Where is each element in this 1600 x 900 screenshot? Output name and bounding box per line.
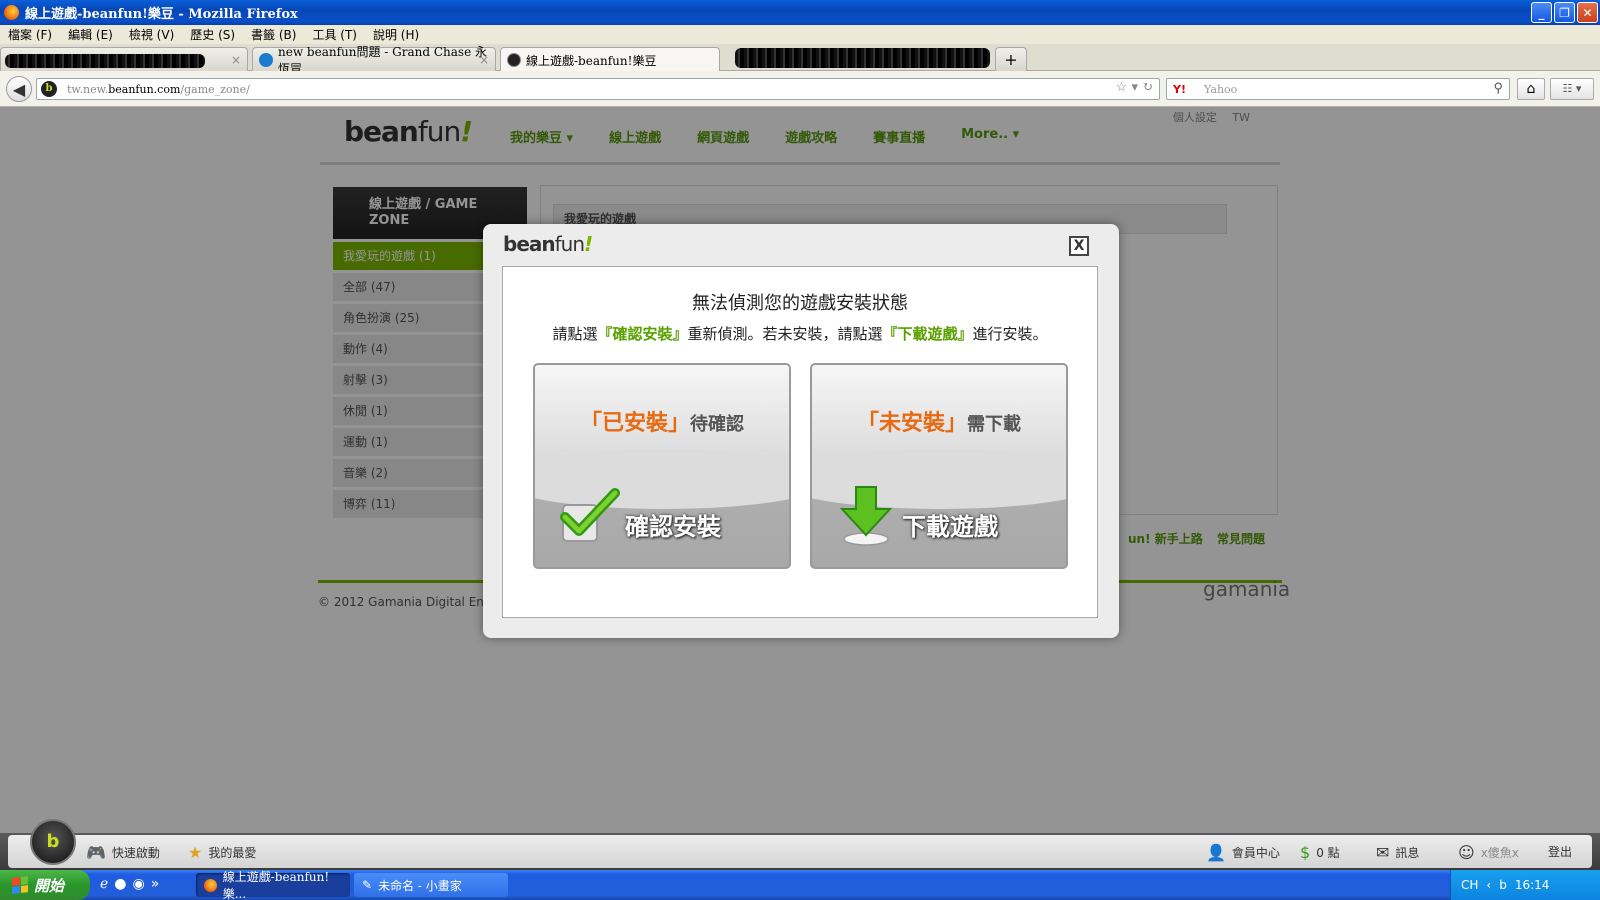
- ie-icon[interactable]: ℯ: [100, 876, 108, 892]
- menu-bar: 檔案 (F) 編輯 (E) 檢視 (V) 歷史 (S) 書籤 (B) 工具 (T…: [0, 25, 1600, 44]
- menu-help[interactable]: 說明 (H): [373, 26, 419, 43]
- taskbar-firefox[interactable]: 線上遊戲-beanfun!樂...: [196, 870, 350, 900]
- firefox-icon[interactable]: ●: [114, 876, 126, 892]
- beanfun-favicon: [507, 53, 521, 67]
- download-game-label: 下載遊戲: [902, 513, 998, 541]
- firefox-icon: [4, 5, 19, 20]
- bookmark-star-icon[interactable]: ☆ ▾ ↻: [1116, 80, 1153, 95]
- modal-body: 無法偵測您的遊戲安裝狀態 請點選『確認安裝』重新偵測。若未安裝，請點選『下載遊戲…: [502, 266, 1098, 618]
- navigation-bar: ◀ b tw.new. beanfun.com/game_zone/ ☆ ▾ ↻ …: [0, 71, 1600, 107]
- menu-view[interactable]: 檢視 (V): [129, 26, 174, 43]
- modal-instructions: 請點選『確認安裝』重新偵測。若未安裝，請點選『下載遊戲』進行安裝。: [552, 325, 1048, 343]
- checkmark-icon: [560, 488, 620, 542]
- modal-beanfun-logo: beanfun!: [503, 232, 593, 256]
- not-installed-label: 「未安裝」需下載: [856, 411, 1021, 436]
- gamepad-icon: 🎮: [86, 843, 106, 862]
- logout-button[interactable]: 登出: [1548, 843, 1572, 860]
- window-title: 線上遊戲-beanfun!樂豆 - Mozilla Firefox: [25, 7, 298, 22]
- star-icon: ★: [188, 843, 203, 862]
- menu-bookmarks[interactable]: 書籤 (B): [251, 26, 296, 43]
- url-prefix: tw.new.: [67, 82, 109, 96]
- installed-label: 「已安裝」待確認: [579, 411, 744, 436]
- media-icon[interactable]: ◉: [133, 876, 145, 892]
- quick-launch-button[interactable]: 🎮 快速啟動: [86, 843, 160, 862]
- site-identity-icon[interactable]: b: [41, 81, 57, 97]
- redaction-scribble: [735, 48, 990, 68]
- window-controls: _ ❐ ✕: [1531, 2, 1598, 23]
- tab-close-icon[interactable]: ×: [479, 53, 489, 67]
- download-arrow-icon: [839, 486, 893, 546]
- confirm-install-label: 確認安裝: [625, 513, 721, 541]
- url-bar[interactable]: b tw.new. beanfun.com/game_zone/ ☆ ▾ ↻: [36, 78, 1160, 100]
- envelope-icon: ✉: [1376, 843, 1390, 862]
- windows-logo-icon: [12, 876, 28, 894]
- ie-page-icon: [259, 52, 273, 67]
- quick-launch-tray: ℯ ● ◉ »: [100, 876, 159, 892]
- menu-file[interactable]: 檔案 (F): [8, 26, 52, 43]
- firefox-icon: [204, 878, 217, 892]
- user-profile[interactable]: ☺ x傻魚x: [1458, 843, 1519, 862]
- modal-title: 無法偵測您的遊戲安裝狀態: [692, 293, 908, 314]
- menu-edit[interactable]: 編輯 (E): [68, 26, 113, 43]
- minimize-button[interactable]: _: [1531, 2, 1552, 23]
- menu-history[interactable]: 歷史 (S): [190, 26, 235, 43]
- yahoo-engine-icon[interactable]: Y!: [1173, 83, 1186, 96]
- beanfun-app-bar: b 🎮 快速啟動 ★ 我的最愛 👤 會員中心 $0 點 ✉ 訊息 ☺ x傻魚x 登出: [0, 819, 1600, 870]
- taskbar-paint[interactable]: ✎ 未命名 - 小畫家: [354, 873, 508, 897]
- download-game-button[interactable]: 「未安裝」需下載 下載遊戲: [810, 363, 1068, 569]
- search-placeholder: Yahoo: [1203, 82, 1238, 96]
- tab-label: 線上遊戲-beanfun!樂豆: [526, 53, 657, 68]
- favorites-button[interactable]: ★ 我的最愛: [188, 843, 256, 862]
- close-window-button[interactable]: ✕: [1577, 2, 1598, 23]
- tray-arrow-icon[interactable]: ‹: [1486, 878, 1491, 892]
- redaction-scribble: [5, 54, 205, 68]
- clock: 16:14: [1514, 878, 1550, 892]
- tab-grand-chase[interactable]: new beanfun問題 - Grand Chase 永恆冒… ×: [252, 45, 496, 76]
- home-icon[interactable]: ⌂: [1517, 78, 1545, 100]
- tab-bar: × new beanfun問題 - Grand Chase 永恆冒… × 線上遊…: [0, 44, 1600, 76]
- system-tray: CH ‹ b 16:14: [1450, 870, 1600, 900]
- expand-icon[interactable]: »: [151, 876, 160, 892]
- avatar: ☺: [1458, 843, 1475, 862]
- start-button[interactable]: 開始: [0, 870, 90, 900]
- install-status-dialog: beanfun! X 無法偵測您的遊戲安裝狀態 請點選『確認安裝』重新偵測。若未…: [483, 224, 1119, 638]
- person-icon: 👤: [1206, 843, 1226, 862]
- beanfun-tray-icon[interactable]: b: [1499, 878, 1507, 892]
- tab-beanfun[interactable]: 線上遊戲-beanfun!樂豆: [500, 47, 720, 72]
- back-arrow-icon[interactable]: ◀: [6, 76, 32, 102]
- close-icon[interactable]: X: [1069, 236, 1089, 256]
- url-domain: beanfun.com: [108, 82, 181, 96]
- tab-close-icon[interactable]: ×: [231, 53, 241, 67]
- paint-icon: ✎: [362, 878, 373, 892]
- messages-button[interactable]: ✉ 訊息: [1376, 843, 1419, 862]
- menu-tools[interactable]: 工具 (T): [312, 26, 357, 43]
- new-tab-button[interactable]: +: [995, 47, 1027, 71]
- confirm-install-button[interactable]: 「已安裝」待確認 確認安裝: [533, 363, 791, 569]
- member-center-button[interactable]: 👤 會員中心: [1206, 843, 1280, 862]
- url-path: /game_zone/: [180, 82, 250, 96]
- restore-button[interactable]: ❐: [1554, 2, 1575, 23]
- beanfun-ball-icon[interactable]: b: [30, 819, 76, 865]
- windows-taskbar: 開始 ℯ ● ◉ » 線上遊戲-beanfun!樂... ✎ 未命名 - 小畫家…: [0, 870, 1600, 900]
- tab-redacted-1[interactable]: ×: [0, 47, 248, 71]
- coin-icon: $: [1300, 843, 1311, 862]
- language-indicator[interactable]: CH: [1461, 878, 1478, 892]
- window-titlebar: 線上遊戲-beanfun!樂豆 - Mozilla Firefox _ ❐ ✕: [0, 0, 1600, 25]
- search-icon[interactable]: ⚲: [1493, 81, 1503, 96]
- points-button[interactable]: $0 點: [1300, 843, 1340, 862]
- search-bar[interactable]: Y! Yahoo ⚲: [1166, 78, 1510, 100]
- extension-menu-icon[interactable]: ☷ ▾: [1550, 78, 1594, 100]
